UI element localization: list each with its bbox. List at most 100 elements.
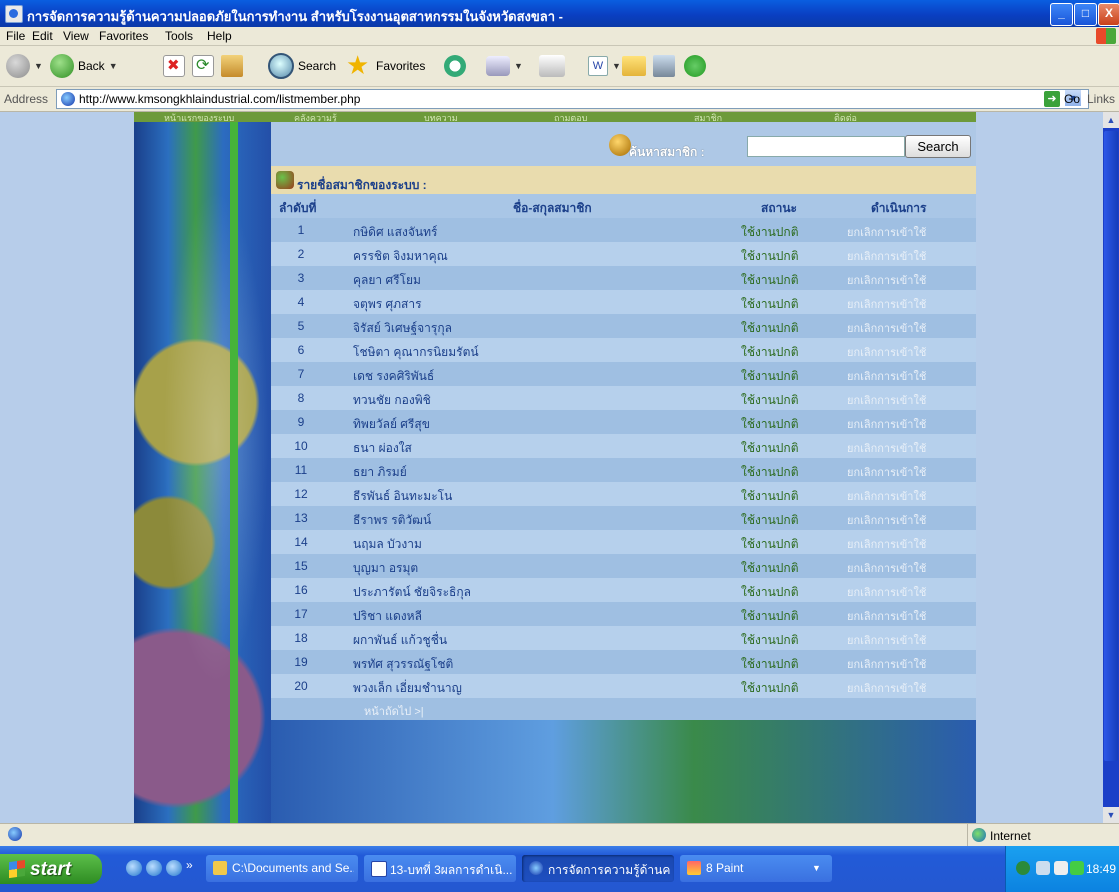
member-name-link[interactable]: เดช รงคศิริพันธ์: [353, 367, 434, 386]
quicklaunch-more-icon[interactable]: »: [186, 858, 193, 872]
history-button[interactable]: [444, 52, 466, 80]
revoke-access-link[interactable]: ยกเลิกการเข้าใช้: [847, 391, 926, 409]
member-name-link[interactable]: บุญมา อรมุต: [353, 559, 418, 578]
search-button[interactable]: Search: [268, 52, 336, 80]
quicklaunch-ie-icon[interactable]: [146, 860, 162, 876]
task-word[interactable]: 13-บทที่ 3ผลการดำเนิ...: [364, 855, 516, 882]
member-status: ใช้งานปกติ: [741, 369, 799, 383]
member-name-link[interactable]: โชษิตา คุณากรนิยมรัตน์: [353, 343, 479, 362]
volume-icon[interactable]: [1054, 861, 1068, 875]
member-status: ใช้งานปกติ: [741, 657, 799, 671]
revoke-access-link[interactable]: ยกเลิกการเข้าใช้: [847, 655, 926, 673]
revoke-access-link[interactable]: ยกเลิกการเข้าใช้: [847, 511, 926, 529]
mail-button[interactable]: ▼: [486, 52, 523, 80]
revoke-access-link[interactable]: ยกเลิกการเข้าใช้: [847, 679, 926, 697]
task-paint[interactable]: 8 Paint ▼: [680, 855, 832, 882]
tray-arrow-icon[interactable]: [1016, 861, 1030, 875]
folder-button[interactable]: [622, 52, 646, 80]
address-input[interactable]: http://www.kmsongkhlaindustrial.com/list…: [56, 89, 1089, 109]
revoke-access-link[interactable]: ยกเลิกการเข้าใช้: [847, 319, 926, 337]
network-icon[interactable]: [1036, 861, 1050, 875]
revoke-access-link[interactable]: ยกเลิกการเข้าใช้: [847, 559, 926, 577]
go-button[interactable]: ➜ Go: [1044, 91, 1080, 107]
scroll-up-icon[interactable]: ▲: [1103, 112, 1119, 128]
revoke-access-link[interactable]: ยกเลิกการเข้าใช้: [847, 607, 926, 625]
home-button[interactable]: [221, 52, 243, 80]
top-nav-item[interactable]: บทความ: [424, 112, 458, 122]
messenger-button[interactable]: [684, 52, 706, 80]
revoke-access-link[interactable]: ยกเลิกการเข้าใช้: [847, 487, 926, 505]
member-name-link[interactable]: ทิพยวัลย์ ศรีสุข: [353, 415, 430, 434]
member-name-link[interactable]: ธนา ผ่องใส: [353, 439, 412, 458]
member-name-link[interactable]: ปริชา แดงหลี: [353, 607, 422, 626]
stop-button[interactable]: [163, 52, 185, 80]
print-button[interactable]: [539, 52, 565, 80]
minimize-button[interactable]: _: [1050, 3, 1073, 26]
tray-app-icon[interactable]: [1070, 861, 1084, 875]
member-status: ใช้งานปกติ: [741, 321, 799, 335]
forward-button[interactable]: ▼: [6, 52, 43, 80]
refresh-button[interactable]: [192, 52, 214, 80]
menu-file[interactable]: File: [6, 29, 25, 43]
table-row: 16 ประภารัตน์ ชัยจิระธิกุล ใช้งานปกติ ยกเลิ…: [271, 578, 976, 602]
member-name-link[interactable]: ผกาพันธ์ แก้วชูชื่น: [353, 631, 447, 650]
close-button[interactable]: X: [1098, 3, 1119, 26]
quicklaunch-ie-icon[interactable]: [126, 860, 142, 876]
scroll-thumb[interactable]: [1104, 131, 1118, 761]
next-page-link[interactable]: หน้าถัดไป >|: [364, 702, 424, 720]
member-name-link[interactable]: จตุพร ศุภสาร: [353, 295, 422, 314]
revoke-access-link[interactable]: ยกเลิกการเข้าใช้: [847, 439, 926, 457]
member-name-link[interactable]: คุลยา ศรีโยม: [353, 271, 421, 290]
menu-view[interactable]: View: [63, 29, 89, 43]
revoke-access-link[interactable]: ยกเลิกการเข้าใช้: [847, 367, 926, 385]
revoke-access-link[interactable]: ยกเลิกการเข้าใช้: [847, 247, 926, 265]
address-label: Address: [4, 92, 49, 106]
menu-favorites[interactable]: Favorites: [99, 29, 148, 43]
edit-word-button[interactable]: W ▼: [588, 52, 621, 80]
revoke-access-link[interactable]: ยกเลิกการเข้าใช้: [847, 223, 926, 241]
member-name-link[interactable]: ประภารัตน์ ชัยจิระธิกุล: [353, 583, 471, 602]
browser-toolbar: ▼ Back ▼ Search ★ Favorites ▼ W ▼: [0, 46, 1119, 87]
top-nav-item[interactable]: หน้าแรกของระบบ: [164, 112, 234, 122]
revoke-access-link[interactable]: ยกเลิกการเข้าใช้: [847, 631, 926, 649]
revoke-access-link[interactable]: ยกเลิกการเข้าใช้: [847, 535, 926, 553]
menu-tools[interactable]: Tools: [165, 29, 193, 43]
top-nav-item[interactable]: ถามตอบ: [554, 112, 587, 122]
scroll-down-icon[interactable]: ▼: [1103, 807, 1119, 823]
start-button[interactable]: start: [0, 854, 102, 884]
favorites-button[interactable]: ★ Favorites: [346, 52, 425, 80]
member-name-link[interactable]: ธีราพร รติวัฒน์: [353, 511, 431, 530]
menu-edit[interactable]: Edit: [32, 29, 53, 43]
maximize-button[interactable]: □: [1074, 3, 1097, 26]
revoke-access-link[interactable]: ยกเลิกการเข้าใช้: [847, 415, 926, 433]
member-name-link[interactable]: ธีรพันธ์ อินทะมะโน: [353, 487, 452, 506]
member-name-link[interactable]: ธยา ภิรมย์: [353, 463, 407, 482]
member-name-link[interactable]: จิรัสย์ วิเศษฐ์จารุกุล: [353, 319, 452, 338]
revoke-access-link[interactable]: ยกเลิกการเข้าใช้: [847, 271, 926, 289]
system-tray: 18:49: [1005, 846, 1119, 892]
member-name-link[interactable]: นฤมล บัวงาม: [353, 535, 422, 554]
top-nav-item[interactable]: คลังความรู้: [294, 112, 337, 122]
task-ie[interactable]: การจัดการความรู้ด้านค...: [522, 855, 674, 882]
member-name-link[interactable]: พรทัศ สุวรรณัฐโชติ: [353, 655, 453, 674]
top-nav-item[interactable]: สมาชิก: [694, 112, 722, 122]
revoke-access-link[interactable]: ยกเลิกการเข้าใช้: [847, 295, 926, 313]
research-button[interactable]: [653, 52, 675, 80]
member-name-link[interactable]: พวงเล็ก เอี่ยมชำนาญ: [353, 679, 462, 698]
back-button[interactable]: Back ▼: [50, 52, 118, 80]
member-search-input[interactable]: [747, 136, 905, 157]
member-name-link[interactable]: กษิดิศ แสงจันทร์: [353, 223, 437, 242]
revoke-access-link[interactable]: ยกเลิกการเข้าใช้: [847, 583, 926, 601]
revoke-access-link[interactable]: ยกเลิกการเข้าใช้: [847, 343, 926, 361]
member-search-button[interactable]: Search: [905, 135, 971, 158]
table-row: 6 โชษิตา คุณากรนิยมรัตน์ ใช้งานปกติ ยกเลิกก…: [271, 338, 976, 362]
menu-help[interactable]: Help: [207, 29, 232, 43]
member-name-link[interactable]: ครรชิต จิงมหาคุณ: [353, 247, 448, 266]
quicklaunch-ie-icon[interactable]: [166, 860, 182, 876]
member-name-link[interactable]: ทวนชัย กองพิชิ: [353, 391, 431, 410]
task-explorer[interactable]: C:\Documents and Se...: [206, 855, 358, 882]
links-button[interactable]: Links: [1087, 92, 1115, 106]
top-nav-item[interactable]: ติดต่อ: [834, 112, 857, 122]
vertical-scrollbar[interactable]: ▲ ▼: [1103, 112, 1119, 823]
revoke-access-link[interactable]: ยกเลิกการเข้าใช้: [847, 463, 926, 481]
